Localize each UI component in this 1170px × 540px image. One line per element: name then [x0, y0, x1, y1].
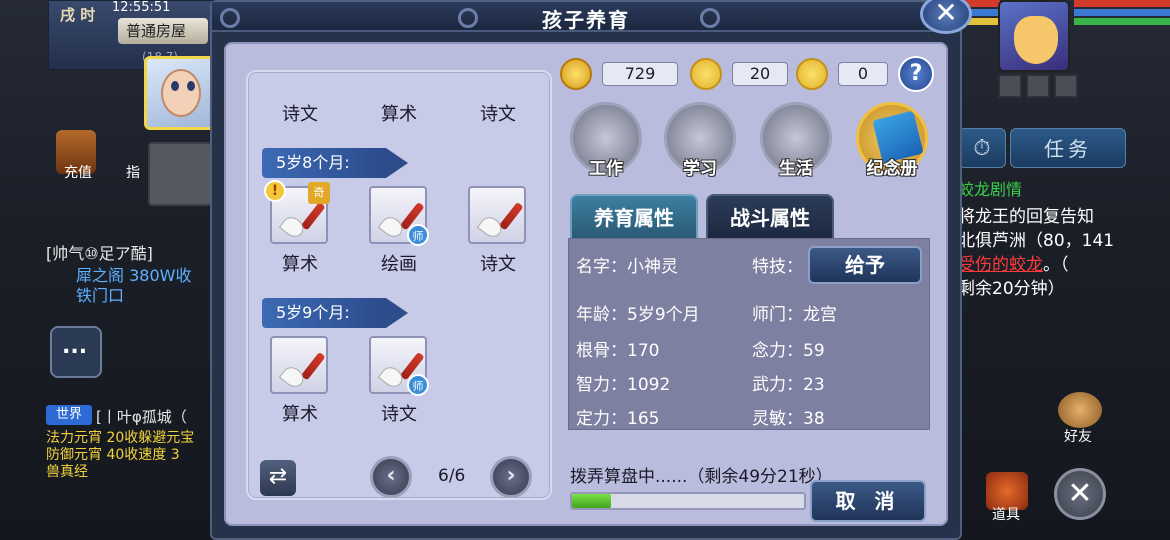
friend-label[interactable]: 好友 [1064, 426, 1092, 446]
coin-icon [560, 58, 592, 90]
attr-age: 年龄：5岁9个月 [576, 305, 700, 325]
slot-label: 算术 [282, 404, 318, 425]
master-badge: 师 [407, 374, 429, 396]
give-button[interactable]: 给予 [808, 246, 922, 284]
clock: 12:55:51 [112, 0, 171, 15]
schedule-top-label: 算术 [381, 104, 417, 125]
dialog-body: 诗文 算术 诗文 5岁8个月: ! 奇 师 算术 绘画 诗文 5岁9个月: 师 … [224, 42, 948, 526]
odd-badge: 奇 [308, 182, 330, 204]
tab-battle-attributes[interactable]: 战斗属性 [706, 194, 834, 240]
next-page-icon[interactable]: › [490, 456, 532, 498]
player-portrait[interactable] [998, 0, 1070, 72]
item-label[interactable]: 道具 [992, 504, 1020, 524]
attr-lingmin: 灵敏：38 [752, 409, 825, 429]
exp-bar [1074, 18, 1170, 25]
schedule-slot[interactable]: 师 [369, 186, 429, 246]
task-button[interactable]: 任务 [1010, 128, 1126, 168]
quest-text: 北俱芦洲（80，141 [958, 231, 1115, 251]
close-icon[interactable]: ✕ [1054, 468, 1106, 520]
buff-slots [998, 74, 1088, 100]
attr-wuli: 武力：23 [752, 375, 825, 395]
team-line-3: 铁门口 [76, 286, 125, 305]
quest-npc-link[interactable]: 受伤的蛟龙 [958, 255, 1043, 275]
quest-text: 受伤的蛟龙。（ [958, 250, 1069, 275]
help-icon[interactable]: ? [898, 56, 934, 92]
schedule-top-label: 诗文 [282, 104, 318, 125]
progress-bar [570, 492, 806, 510]
brush-icon [278, 348, 326, 391]
quest-title[interactable]: 蛟龙剧情 [958, 176, 1022, 200]
chat-line: 兽真经 [46, 464, 88, 480]
action-label[interactable]: 纪念册 [852, 154, 932, 179]
progress-text: 拨弄算盘中......（剩余49分21秒） [570, 467, 833, 487]
master-badge: 师 [407, 224, 429, 246]
attr-name: 名字：小神灵 [576, 257, 678, 277]
eye-icon [187, 81, 195, 91]
game-hour: 戌 时 [60, 6, 96, 24]
attr-zhili: 智力：1092 [576, 375, 671, 395]
world-channel-badge[interactable]: 世界 [46, 405, 92, 425]
slot-label: 诗文 [480, 254, 516, 275]
tab-raising-attributes[interactable]: 养育属性 [570, 194, 698, 240]
age-tag: 5岁8个月: [262, 148, 408, 178]
dialog-title: 孩子养育 [542, 8, 630, 32]
game-screen: 戌 时 12:55:51 普通房屋 (18,7) 充值 指 [帅气⑩足ア酷] 犀… [0, 0, 1170, 540]
hp-bar [1074, 0, 1170, 7]
dialog-title-bar: 孩子养育 [212, 2, 960, 32]
warning-icon: ! [264, 180, 286, 202]
buff-slot-icon[interactable] [1026, 74, 1050, 98]
action-label[interactable]: 学习 [664, 154, 736, 179]
child-avatar[interactable] [144, 56, 218, 130]
cancel-button[interactable]: 取 消 [810, 480, 926, 522]
mp-bar [1074, 9, 1170, 16]
schedule-slot[interactable] [468, 186, 526, 244]
brush-icon [476, 198, 524, 241]
tired-value: 20 [732, 62, 788, 86]
slot-label: 诗文 [381, 404, 417, 425]
page-number: 6/6 [438, 466, 466, 486]
quest-text: 剩余20分钟） [958, 279, 1065, 299]
tired-face-icon [690, 58, 722, 90]
quest-text-suffix: 。（ [1043, 255, 1069, 275]
recharge-label[interactable]: 充值 [64, 162, 92, 182]
age-tag: 5岁9个月: [262, 298, 408, 328]
schedule-slot[interactable]: 师 [369, 336, 429, 396]
attr-nianli: 念力：59 [752, 341, 825, 361]
slot-label: 算术 [282, 254, 318, 275]
progress-fill [572, 494, 612, 508]
coin-value: 729 [602, 62, 678, 86]
friend-icon[interactable] [1058, 392, 1102, 428]
child-raising-dialog: 孩子养育 ✕ 诗文 算术 诗文 5岁8个月: ! 奇 师 算术 绘画 诗文 5岁… [210, 0, 972, 540]
happy-value: 0 [838, 62, 888, 86]
child-slot-empty[interactable] [148, 142, 212, 206]
attr-dingli: 定力：165 [576, 409, 660, 429]
location-button[interactable]: 普通房屋 [118, 18, 208, 44]
status-bars-right [1074, 0, 1170, 32]
eye-icon [171, 81, 179, 91]
swap-icon[interactable]: ⇄ [260, 460, 296, 496]
action-label[interactable]: 生活 [760, 154, 832, 179]
quest-text: 将龙王的回复告知 [958, 207, 1094, 227]
prev-page-icon[interactable]: ‹ [370, 456, 412, 498]
attr-master: 师门：龙宫 [752, 305, 837, 325]
team-line: [帅气⑩足ア酷] [46, 244, 153, 263]
child-face-icon [161, 69, 201, 117]
buff-slot-icon[interactable] [1054, 74, 1078, 98]
schedule-slot[interactable] [270, 336, 328, 394]
attr-skill: 特技： [752, 257, 803, 277]
schedule-panel: 诗文 算术 诗文 5岁8个月: ! 奇 师 算术 绘画 诗文 5岁9个月: 师 … [246, 70, 552, 500]
guide-label[interactable]: 指 [126, 162, 140, 182]
chat-line: [丨叶φ孤城（ [96, 408, 187, 426]
schedule-slot[interactable]: ! 奇 [264, 180, 330, 244]
slot-label: 绘画 [381, 254, 417, 275]
brush-icon [278, 198, 326, 241]
schedule-top-label: 诗文 [480, 104, 516, 125]
action-label[interactable]: 工作 [570, 154, 642, 179]
chat-bubble-icon[interactable] [50, 326, 102, 378]
attr-gengu: 根骨：170 [576, 341, 660, 361]
player-face-icon [1014, 16, 1058, 64]
happy-face-icon [796, 58, 828, 90]
timer-icon[interactable]: ⏱ [958, 128, 1006, 168]
buff-slot-icon[interactable] [998, 74, 1022, 98]
